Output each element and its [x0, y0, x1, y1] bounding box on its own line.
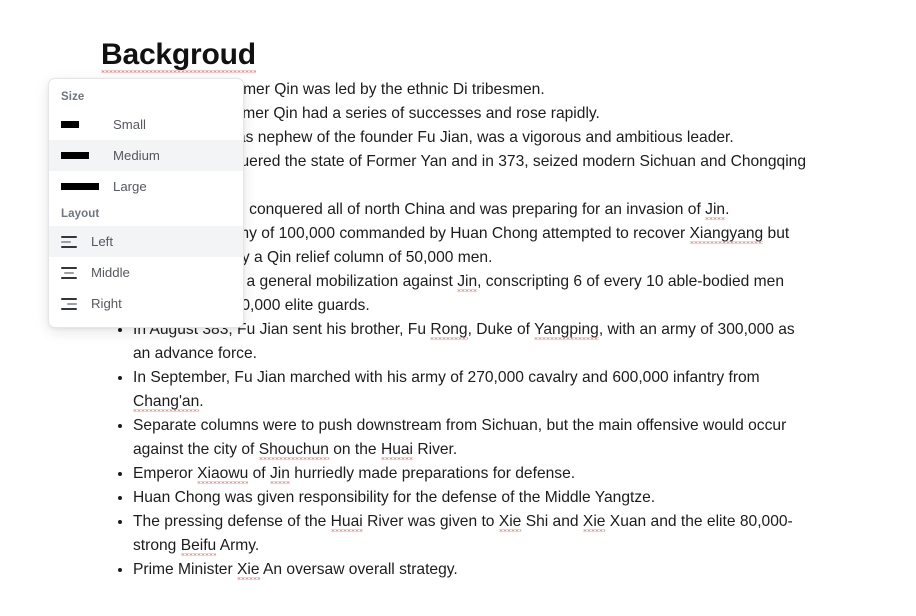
align-right-icon: [61, 297, 77, 310]
menu-section-label-layout: Layout: [61, 208, 100, 220]
size-bar-medium-icon: [61, 152, 113, 159]
list-item-text: The pressing defense of the Huai River w…: [133, 513, 793, 554]
menu-item-label: Right: [91, 296, 122, 311]
menu-item-layout-left[interactable]: Left: [49, 226, 243, 257]
list-item: Separate columns were to push downstream…: [112, 414, 812, 462]
list-item: Prime Minister Xie An oversaw overall st…: [112, 558, 812, 582]
format-dropdown-menu[interactable]: Size Small Medium Large Layout Left Midd…: [48, 78, 244, 328]
menu-item-layout-right[interactable]: Right: [49, 288, 243, 319]
page-title-text: Backgroud: [101, 38, 256, 71]
list-item: In September, Fu Jian marched with his a…: [112, 366, 812, 414]
menu-item-label: Left: [91, 234, 113, 249]
align-left-icon: [61, 235, 77, 248]
size-bar-small-icon: [61, 121, 113, 128]
menu-item-label: Medium: [113, 148, 160, 163]
list-item: Huan Chong was given responsibility for …: [112, 486, 812, 510]
list-item-text: Separate columns were to push downstream…: [133, 417, 787, 458]
menu-item-label: Small: [113, 117, 146, 132]
list-item: The pressing defense of the Huai River w…: [112, 510, 812, 558]
list-item-text: Emperor Xiaowu of Jin hurriedly made pre…: [133, 465, 576, 482]
menu-item-size-large[interactable]: Large: [49, 171, 243, 202]
list-item: Emperor Xiaowu of Jin hurriedly made pre…: [112, 462, 812, 486]
list-item-text: Prime Minister Xie An oversaw overall st…: [133, 561, 458, 578]
menu-item-size-small[interactable]: Small: [49, 109, 243, 140]
menu-section-label-size: Size: [61, 91, 85, 103]
page-title: Backgroud: [101, 38, 256, 72]
menu-item-label: Middle: [91, 265, 130, 280]
list-item-text: In September, Fu Jian marched with his a…: [133, 369, 760, 410]
menu-item-label: Large: [113, 179, 147, 194]
align-middle-icon: [61, 266, 77, 279]
size-bar-large-icon: [61, 183, 113, 190]
menu-item-size-medium[interactable]: Medium: [49, 140, 243, 171]
list-item-text: Huan Chong was given responsibility for …: [133, 489, 656, 506]
menu-item-layout-middle[interactable]: Middle: [49, 257, 243, 288]
